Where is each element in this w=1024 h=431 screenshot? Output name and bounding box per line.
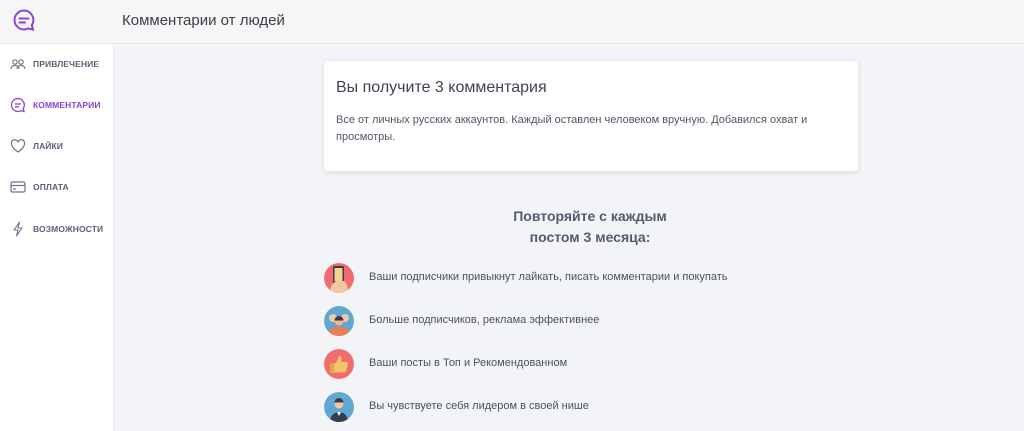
sidebar-item-label: ЛАЙКИ	[33, 141, 64, 151]
card-description: Все от личных русских аккаунтов. Каждый …	[336, 114, 808, 143]
comment-icon	[10, 97, 25, 113]
card-icon	[10, 181, 26, 193]
benefit-item: Вы чувствуете себя лидером в своей нише	[324, 392, 924, 422]
summary-card: Вы получите 3 комментария Все от личных …	[324, 61, 858, 171]
top-bar: Комментарии от людей	[0, 0, 1024, 44]
benefit-item: Ваши посты в Топ и Рекомендованном	[324, 349, 924, 379]
benefit-item: Больше подписчиков, реклама эффективнее	[324, 306, 924, 336]
people-icon	[10, 59, 26, 70]
sidebar-item-comments[interactable]: КОММЕНТАРИИ	[0, 91, 114, 119]
benefit-item: Ваши подписчики привыкнут лайкать, писат…	[324, 263, 924, 293]
sidebar-item-label: ОПЛАТА	[33, 182, 69, 192]
benefit-text: Ваши посты в Топ и Рекомендованном	[369, 357, 568, 369]
sidebar-item-label: ВОЗМОЖНОСТИ	[33, 224, 104, 234]
page-title: Комментарии от людей	[122, 12, 285, 29]
heart-icon	[10, 139, 26, 153]
leader-icon	[324, 392, 354, 422]
card-title: Вы получите 3 комментария	[336, 79, 547, 96]
sidebar: ПРИВЛЕЧЕНИЕ КОММЕНТАРИИ ЛАЙКИ ОПЛАТА ВОЗ…	[0, 44, 114, 431]
benefit-text: Вы чувствуете себя лидером в своей нише	[369, 400, 589, 412]
benefits-heading-line: постом 3 месяца:	[529, 229, 651, 245]
sidebar-item-label: КОММЕНТАРИИ	[33, 100, 101, 110]
benefit-text: Больше подписчиков, реклама эффективнее	[369, 314, 600, 326]
chat-bubble-icon[interactable]	[12, 8, 36, 32]
sidebar-item-likes[interactable]: ЛАЙКИ	[0, 132, 114, 160]
benefit-text: Ваши подписчики привыкнут лайкать, писат…	[369, 271, 728, 283]
sidebar-item-payment[interactable]: ОПЛАТА	[0, 173, 114, 201]
benefits-heading: Повторяйте с каждым постом 3 месяца:	[440, 206, 740, 248]
sidebar-item-attraction[interactable]: ПРИВЛЕЧЕНИЕ	[0, 50, 114, 78]
thumbs-up-icon	[324, 349, 354, 379]
lightning-icon	[13, 221, 23, 237]
people-group-icon	[324, 306, 354, 336]
sidebar-item-features[interactable]: ВОЗМОЖНОСТИ	[0, 215, 114, 243]
benefits-heading-line: Повторяйте с каждым	[513, 208, 667, 224]
phone-hand-icon	[324, 263, 354, 293]
sidebar-item-label: ПРИВЛЕЧЕНИЕ	[33, 59, 100, 69]
